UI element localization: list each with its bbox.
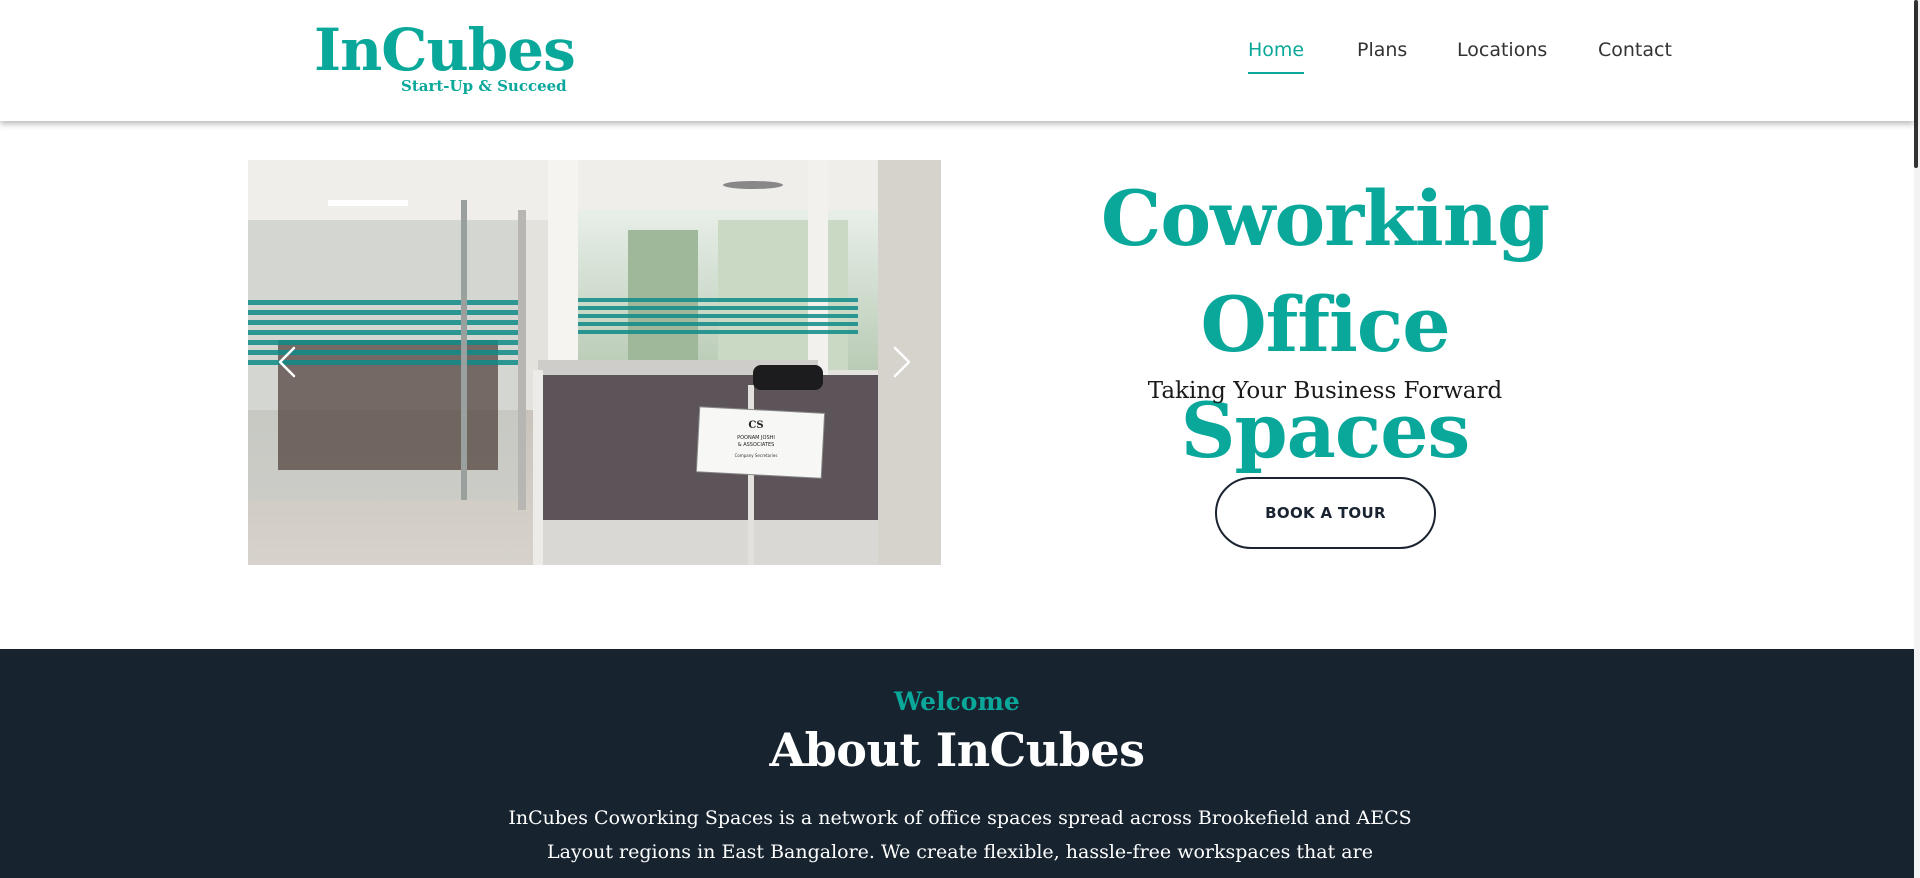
nav-item-label: Contact (1598, 39, 1672, 61)
hero-title-line: Coworking (1100, 174, 1550, 263)
nav-item-locations[interactable]: Locations (1457, 36, 1547, 64)
about-title: About InCubes (769, 723, 1145, 777)
nav-item-plans[interactable]: Plans (1357, 36, 1407, 64)
office-photo-slide: CS POONAM JOSHI & ASSOCIATES Company Sec… (248, 160, 941, 565)
slide-sign-text: CS (748, 420, 763, 431)
chevron-left-icon[interactable] (270, 342, 304, 382)
about-body-line: InCubes Coworking Spaces is a network of… (508, 807, 1412, 829)
nav-item-home[interactable]: Home (1248, 36, 1305, 74)
nav-item-contact[interactable]: Contact (1598, 36, 1672, 64)
hero-carousel: CS POONAM JOSHI & ASSOCIATES Company Sec… (248, 160, 941, 565)
nav-item-label: Plans (1357, 39, 1408, 61)
nav-item-label: Locations (1457, 39, 1548, 61)
nav-active-underline (1248, 72, 1305, 74)
about-body-line: Layout regions in East Bangalore. We cre… (547, 841, 1373, 863)
slide-sign-text: Company Secretaries (735, 453, 778, 458)
about-body: InCubes Coworking Spaces is a network of… (500, 801, 1420, 869)
page-scrollbar-thumb[interactable] (1914, 0, 1918, 168)
chevron-right-icon[interactable] (885, 342, 919, 382)
nav-item-label: Home (1248, 39, 1305, 61)
logo-tagline: Start-Up & Succeed (401, 77, 567, 95)
hero-title: Coworking Office Spaces (1060, 166, 1590, 484)
hero-subtitle: Taking Your Business Forward (1147, 378, 1503, 404)
about-eyebrow: Welcome (894, 687, 1020, 716)
book-a-tour-button[interactable]: BOOK A TOUR (1215, 477, 1436, 549)
slide-sign-text: & ASSOCIATES (738, 442, 775, 448)
about-section: Welcome About InCubes InCubes Coworking … (0, 649, 1914, 878)
site-header: InCubes Start-Up & Succeed Home Plans Lo… (0, 0, 1914, 121)
slide-sign-text: POONAM JOSHI (737, 435, 775, 441)
main-nav: Home Plans Locations Contact (0, 36, 1914, 76)
